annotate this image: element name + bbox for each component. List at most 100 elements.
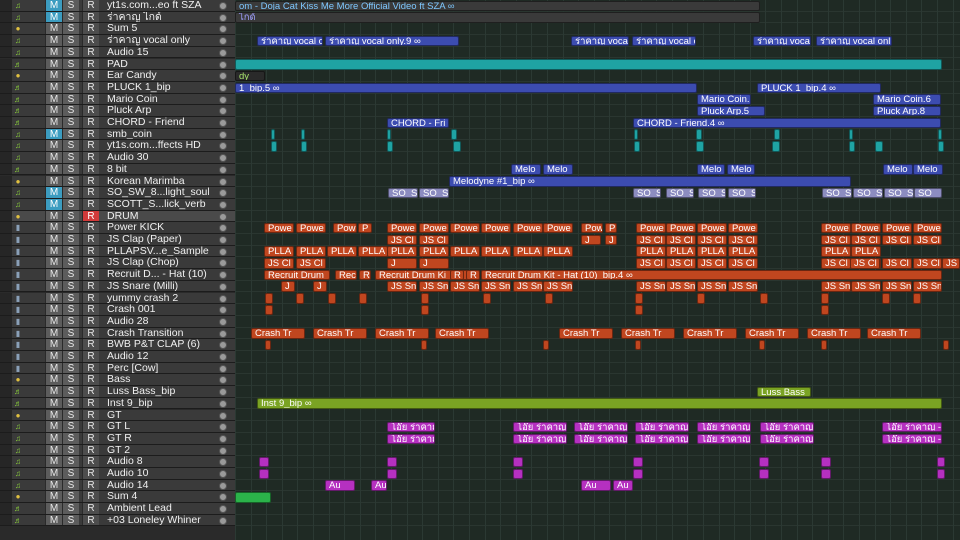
track-name[interactable]: Crash Transition: [107, 328, 217, 339]
region[interactable]: [849, 141, 855, 152]
region[interactable]: PLLA: [543, 246, 573, 257]
track-name[interactable]: yt1s.com...ffects HD: [107, 140, 217, 151]
mute-button[interactable]: M: [45, 292, 62, 304]
volume-knob[interactable]: [219, 48, 227, 57]
region[interactable]: Powe: [882, 222, 912, 234]
track-header[interactable]: ● M S R Ear Candy: [0, 70, 235, 82]
record-enable-button[interactable]: R: [82, 327, 99, 339]
region[interactable]: [849, 129, 853, 140]
region[interactable]: JS Sn: [821, 281, 851, 292]
region[interactable]: CHORD - Friend.4 ∞: [633, 117, 941, 129]
record-enable-button[interactable]: R: [82, 0, 99, 11]
region[interactable]: J: [313, 281, 327, 292]
track-header[interactable]: ▮ M S R BWB P&T CLAP (6): [0, 339, 235, 351]
track-header[interactable]: ♬ M S R Mario Coin: [0, 93, 235, 106]
region[interactable]: JS Cl: [666, 258, 696, 269]
region[interactable]: PLLA: [264, 246, 294, 257]
region[interactable]: JS Cl: [851, 234, 881, 246]
region[interactable]: โอ๊ย ร่าคาญ -: [760, 421, 814, 433]
mute-button[interactable]: M: [45, 468, 62, 479]
track-header[interactable]: ♫ M S R Audio 15: [0, 46, 235, 59]
region[interactable]: Powe: [697, 222, 727, 234]
solo-button[interactable]: S: [62, 421, 79, 432]
solo-button[interactable]: S: [62, 187, 79, 198]
region[interactable]: SO_S: [666, 187, 694, 199]
solo-button[interactable]: S: [62, 222, 79, 233]
track-header[interactable]: ♫ M S Rsmb_coin: [0, 128, 235, 141]
mute-button[interactable]: M: [45, 152, 62, 163]
region[interactable]: PLLA: [481, 246, 511, 257]
mute-button[interactable]: M: [45, 93, 62, 105]
track-header[interactable]: ♬ M S R Inst 9_bip: [0, 397, 235, 410]
record-enable-button[interactable]: R: [82, 140, 99, 151]
mute-button[interactable]: M: [45, 491, 62, 502]
region[interactable]: [821, 293, 829, 304]
solo-button[interactable]: S: [62, 11, 79, 23]
volume-knob[interactable]: [219, 25, 227, 34]
mute-button[interactable]: M: [45, 456, 62, 467]
region[interactable]: [387, 456, 397, 468]
region[interactable]: Mario Coin.3: [697, 94, 751, 105]
region[interactable]: [635, 293, 643, 304]
region[interactable]: โอ๊ย ร่าคาญ -: [760, 433, 814, 444]
track-header[interactable]: ▮ M S R JS Clap (Paper): [0, 234, 235, 246]
track-header[interactable]: ♬ M S R PLUCK 1_bip: [0, 81, 235, 94]
track-header[interactable]: ▮ M S Ryummy crash 2: [0, 292, 235, 305]
region[interactable]: JS Sn: [543, 281, 573, 292]
track-header[interactable]: ▮ M S R PLLAPSV...e_Sample: [0, 245, 235, 258]
region[interactable]: Pluck Arp.5: [697, 105, 765, 117]
track-name[interactable]: SO_SW_8...light_soul: [107, 187, 217, 198]
mute-button[interactable]: M: [45, 432, 62, 444]
solo-button[interactable]: S: [62, 140, 79, 151]
track-header[interactable]: ♬ M S R PAD: [0, 58, 235, 71]
mute-button[interactable]: M: [45, 11, 62, 23]
region[interactable]: [453, 141, 461, 152]
track-header[interactable]: ▮ M S R Recruit D... - Hat (10): [0, 269, 235, 281]
volume-knob[interactable]: [219, 165, 227, 174]
region[interactable]: Melo: [913, 164, 943, 175]
volume-knob[interactable]: [219, 458, 227, 467]
region[interactable]: SO_S: [728, 187, 756, 199]
region[interactable]: [421, 304, 429, 316]
mute-button[interactable]: M: [45, 374, 62, 385]
region[interactable]: โอ๊ย ร่าคาญ -: [387, 421, 435, 433]
region[interactable]: ร่าคาญ vocal: [753, 35, 811, 47]
region[interactable]: JS Cl: [913, 234, 942, 246]
solo-button[interactable]: S: [62, 23, 79, 34]
region[interactable]: [634, 129, 638, 140]
region[interactable]: JS Cl: [882, 258, 912, 269]
mute-button[interactable]: M: [45, 315, 62, 327]
volume-knob[interactable]: [219, 329, 227, 338]
solo-button[interactable]: S: [62, 468, 79, 479]
mute-button[interactable]: M: [45, 187, 62, 198]
region[interactable]: JS Cl: [821, 258, 851, 269]
region[interactable]: โอ๊ย ร่าคาญ -: [882, 421, 942, 433]
record-enable-button[interactable]: R: [82, 35, 99, 46]
solo-button[interactable]: S: [62, 479, 79, 491]
region[interactable]: JS Sn: [728, 281, 758, 292]
mute-button[interactable]: M: [45, 327, 62, 339]
region[interactable]: JS Cl: [728, 258, 758, 269]
volume-knob[interactable]: [219, 411, 227, 420]
solo-button[interactable]: S: [62, 503, 79, 514]
region[interactable]: [328, 293, 336, 304]
region[interactable]: J: [281, 281, 295, 292]
mute-button[interactable]: M: [45, 35, 62, 46]
region[interactable]: [543, 339, 549, 351]
record-enable-button[interactable]: R: [82, 491, 99, 502]
solo-button[interactable]: S: [62, 374, 79, 385]
record-enable-button[interactable]: R: [82, 397, 99, 409]
mute-button[interactable]: M: [45, 175, 62, 187]
track-header[interactable]: ▮ M S R JS Clap (Chop): [0, 257, 235, 270]
region[interactable]: โอ๊ย ร่าคาญ -: [635, 433, 689, 444]
region[interactable]: [633, 456, 643, 468]
region[interactable]: PLLA: [636, 246, 666, 257]
region[interactable]: [235, 492, 271, 503]
solo-button[interactable]: S: [62, 292, 79, 304]
region[interactable]: [759, 456, 769, 468]
volume-knob[interactable]: [219, 259, 227, 268]
record-enable-button[interactable]: R: [82, 257, 99, 268]
region[interactable]: Recruit Drum: [264, 269, 330, 281]
region[interactable]: โอ๊ย ร่าคาญ -: [697, 433, 751, 444]
track-name[interactable]: Audio 28: [107, 316, 217, 327]
